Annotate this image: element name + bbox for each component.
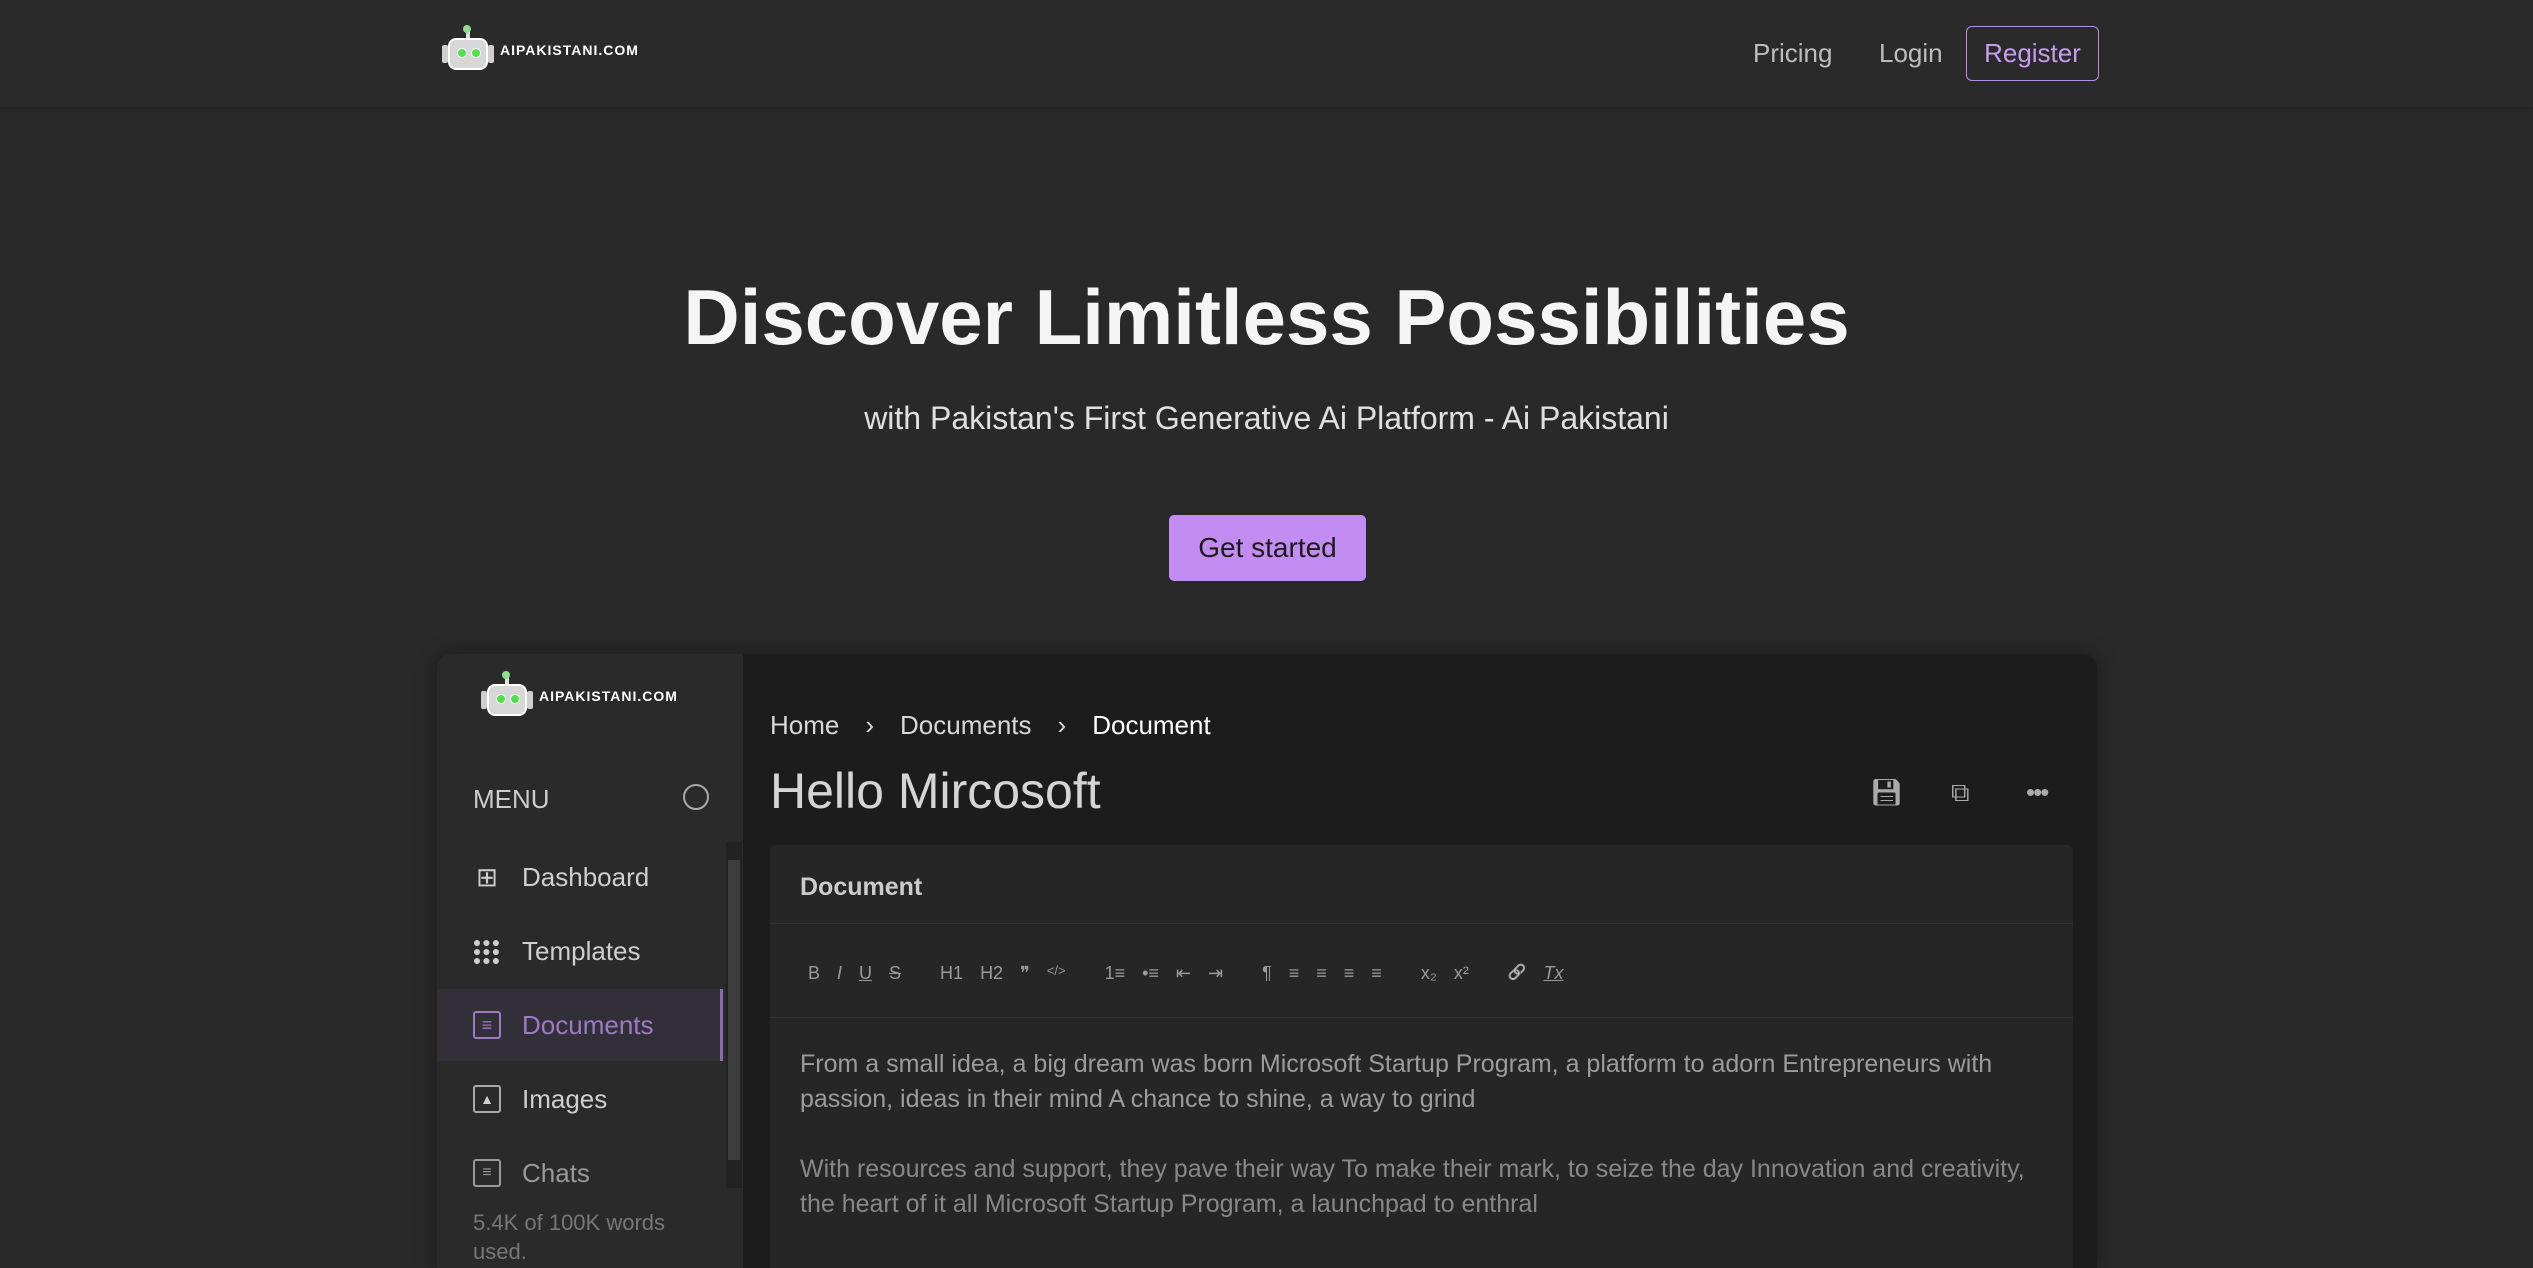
robot-logo-icon xyxy=(479,671,535,718)
sidebar: AIPAKISTANI.COM MENU ⊞ Dashboard ●●● ●●● ●●… xyxy=(437,654,743,1268)
sidebar-item-templates[interactable]: ●●● ●●● ●●● Templates xyxy=(437,915,723,987)
paragraph[interactable]: From a small idea, a big dream was born … xyxy=(800,1047,2050,1117)
image-icon: ▲ xyxy=(473,1085,501,1113)
code-icon[interactable]: </> xyxy=(1047,963,1066,984)
sidebar-item-dashboard[interactable]: ⊞ Dashboard xyxy=(437,841,723,913)
sidebar-item-documents[interactable]: ≡ Documents xyxy=(437,989,723,1061)
document-editor: Document B I U S H1 H2 ❞ </> 1≡ •≡ ⇤ ⇥ ¶… xyxy=(770,845,2073,1268)
brand-name: AIPAKISTANI.COM xyxy=(539,688,678,704)
chevron-right-icon: › xyxy=(865,710,875,740)
get-started-button[interactable]: Get started xyxy=(1169,515,1366,581)
sidebar-item-label: Dashboard xyxy=(522,861,650,892)
card-title: Document xyxy=(800,873,923,901)
indent-icon[interactable]: ⇥ xyxy=(1208,963,1223,984)
align-center-icon[interactable]: ≡ xyxy=(1316,963,1327,984)
italic-icon[interactable]: I xyxy=(837,963,842,984)
align-justify-icon[interactable]: ≡ xyxy=(1371,963,1382,984)
theme-palette-icon[interactable] xyxy=(683,784,709,810)
sidebar-item-label: Chats xyxy=(522,1157,590,1188)
app-preview: AIPAKISTANI.COM MENU ⊞ Dashboard ●●● ●●● ●●… xyxy=(437,654,2097,1268)
breadcrumb: Home › Documents › Document xyxy=(770,710,1211,741)
subscript-icon[interactable]: x₂ xyxy=(1421,963,1437,984)
document-icon: ≡ xyxy=(473,1011,501,1039)
sidebar-item-label: Documents xyxy=(522,1009,654,1040)
text-direction-icon[interactable]: ¶ xyxy=(1262,963,1272,984)
heading1-icon[interactable]: H1 xyxy=(940,963,963,984)
word-usage: 5.4K of 100K words used. xyxy=(473,1210,666,1264)
link-icon[interactable]: 🔗 xyxy=(1508,963,1527,984)
chevron-right-icon: › xyxy=(1057,710,1067,740)
bold-icon[interactable]: B xyxy=(808,963,820,984)
divider xyxy=(770,923,2073,924)
align-right-icon[interactable]: ≡ xyxy=(1344,963,1355,984)
breadcrumb-documents[interactable]: Documents xyxy=(900,710,1032,741)
heading2-icon[interactable]: H2 xyxy=(980,963,1003,984)
save-icon[interactable]: 💾︎ xyxy=(1870,777,1903,808)
brand-logo[interactable]: AIPAKISTANI.COM xyxy=(440,25,639,72)
register-button[interactable]: Register xyxy=(1966,26,2099,81)
top-nav: AIPAKISTANI.COM Pricing Login Register xyxy=(0,0,2533,107)
breadcrumb-current: Document xyxy=(1092,710,1211,740)
sidebar-scrollbar[interactable] xyxy=(726,842,742,1188)
dots-grid-icon: ●●● ●●● ●●● xyxy=(472,933,502,968)
clear-format-icon[interactable]: Tx xyxy=(1544,963,1564,984)
breadcrumb-home[interactable]: Home xyxy=(770,710,839,741)
sidebar-item-chats[interactable]: ≡ Chats xyxy=(437,1137,723,1209)
grid-icon: ⊞ xyxy=(476,861,498,892)
pricing-link[interactable]: Pricing xyxy=(1753,38,1832,69)
robot-logo-icon xyxy=(440,25,496,72)
brand-name: AIPAKISTANI.COM xyxy=(500,42,639,58)
quote-icon[interactable]: ❞ xyxy=(1020,963,1030,984)
sidebar-item-images[interactable]: ▲ Images xyxy=(437,1063,723,1135)
editor-toolbar: B I U S H1 H2 ❞ </> 1≡ •≡ ⇤ ⇥ ¶ ≡ ≡ ≡ ≡ … xyxy=(808,963,1564,984)
copy-icon[interactable]: ⧉ xyxy=(1951,777,1970,809)
paragraph[interactable]: With resources and support, they pave th… xyxy=(800,1152,2050,1222)
login-link[interactable]: Login xyxy=(1879,38,1943,69)
superscript-icon[interactable]: x² xyxy=(1454,963,1469,984)
document-title[interactable]: Hello Mircosoft xyxy=(770,762,1101,820)
outdent-icon[interactable]: ⇤ xyxy=(1176,963,1191,984)
ordered-list-icon[interactable]: 1≡ xyxy=(1105,963,1126,984)
align-left-icon[interactable]: ≡ xyxy=(1289,963,1300,984)
sidebar-item-label: Images xyxy=(522,1083,608,1114)
sidebar-logo: AIPAKISTANI.COM xyxy=(479,671,678,718)
hero-subtitle: with Pakistan's First Generative Ai Plat… xyxy=(864,400,1669,436)
underline-icon[interactable]: U xyxy=(859,963,872,984)
bullet-list-icon[interactable]: •≡ xyxy=(1142,963,1159,984)
more-icon[interactable]: ••• xyxy=(2026,777,2049,808)
sidebar-item-label: Templates xyxy=(522,935,641,966)
divider xyxy=(770,1017,2073,1018)
menu-label: MENU xyxy=(473,784,550,814)
strikethrough-icon[interactable]: S xyxy=(889,963,901,984)
hero-title: Discover Limitless Possibilities xyxy=(683,273,1850,361)
chat-icon: ≡ xyxy=(473,1159,501,1187)
